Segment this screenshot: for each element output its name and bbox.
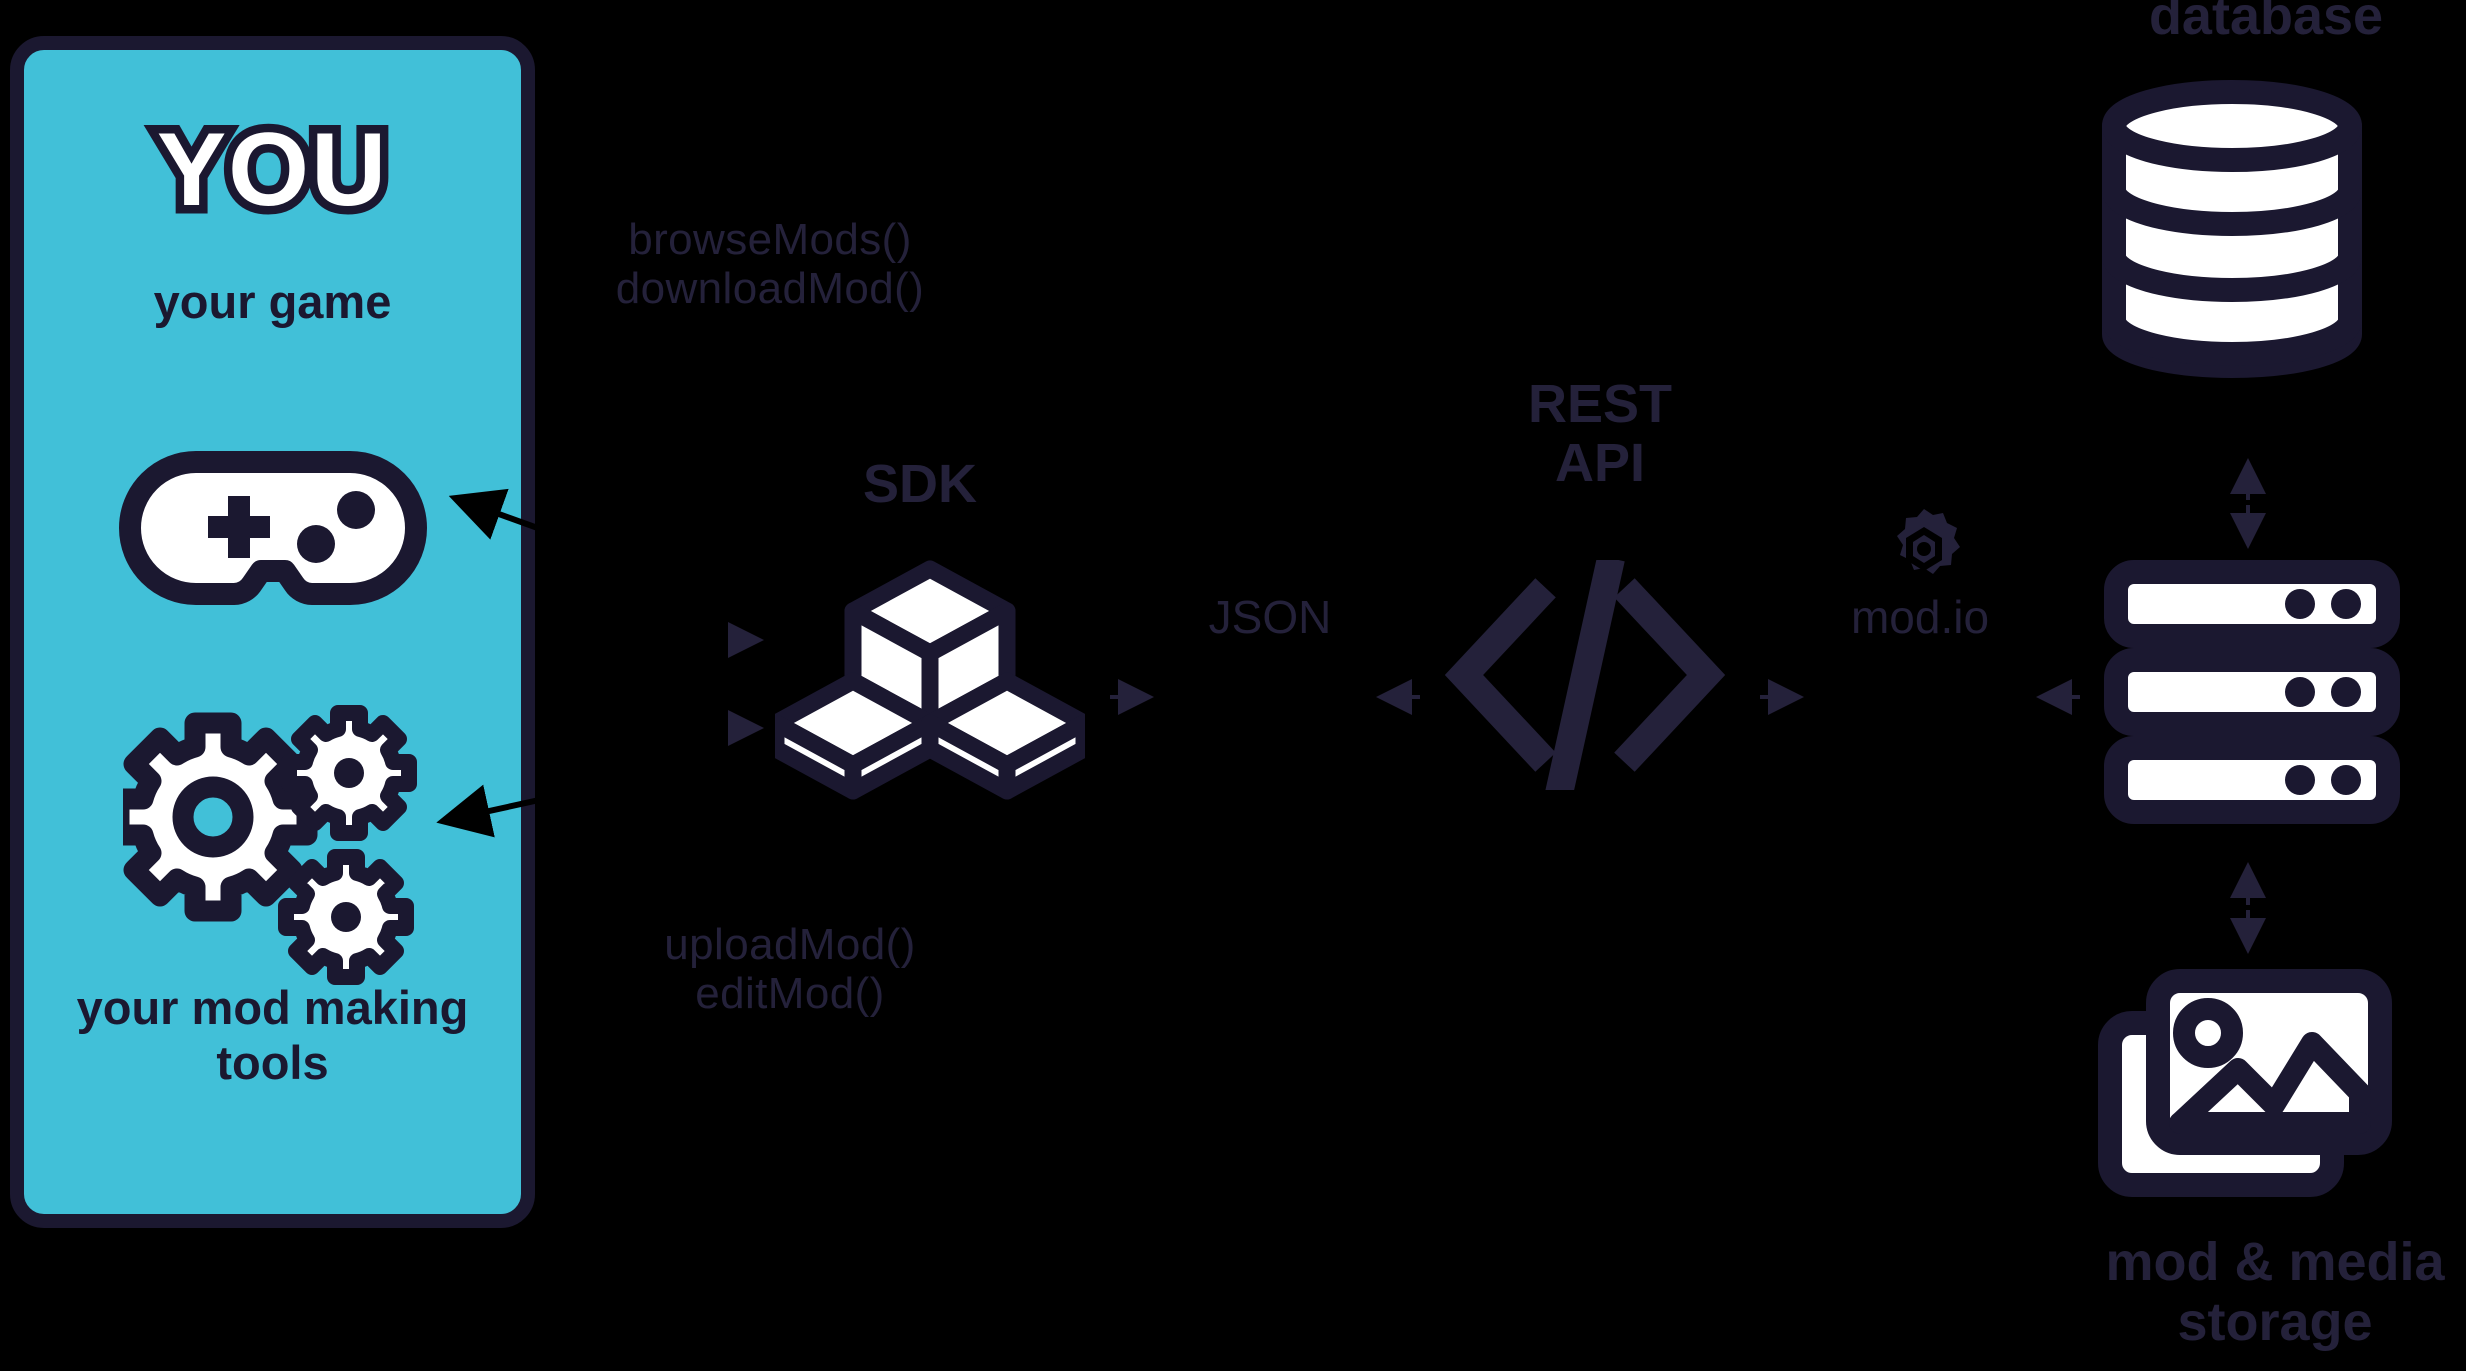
- modio-gear-logo-icon: [1884, 505, 1964, 590]
- storage-title: mod & media storage: [2105, 1232, 2445, 1353]
- server-rack-icon: [2102, 560, 2402, 830]
- database-title: database: [2148, 0, 2384, 46]
- json-label: JSON: [1208, 591, 1332, 643]
- you-panel: YOU your game your mod making tools: [10, 36, 535, 1228]
- sdk-title: SDK: [862, 454, 977, 514]
- your-mod-tools-label: your mod making tools: [76, 981, 469, 1090]
- rest-api-title: REST API: [1527, 374, 1673, 494]
- diagram-canvas: YOU your game your mod making tools brow…: [0, 0, 2466, 1371]
- cubes-icon: [767, 555, 1093, 810]
- code-brackets-icon: [1440, 555, 1730, 797]
- you-heading: YOU: [148, 110, 394, 231]
- gamepad-icon: [24, 450, 521, 625]
- write-methods-callout: uploadMod() editMod(): [664, 920, 916, 1019]
- database-cylinder-icon: [2100, 80, 2365, 385]
- read-methods-callout: browseMods() downloadMod(): [615, 215, 925, 314]
- media-images-icon: [2096, 965, 2396, 1210]
- modio-label: mod.io: [1850, 591, 1990, 643]
- gears-icon: [24, 705, 521, 995]
- your-game-label: your game: [153, 275, 392, 328]
